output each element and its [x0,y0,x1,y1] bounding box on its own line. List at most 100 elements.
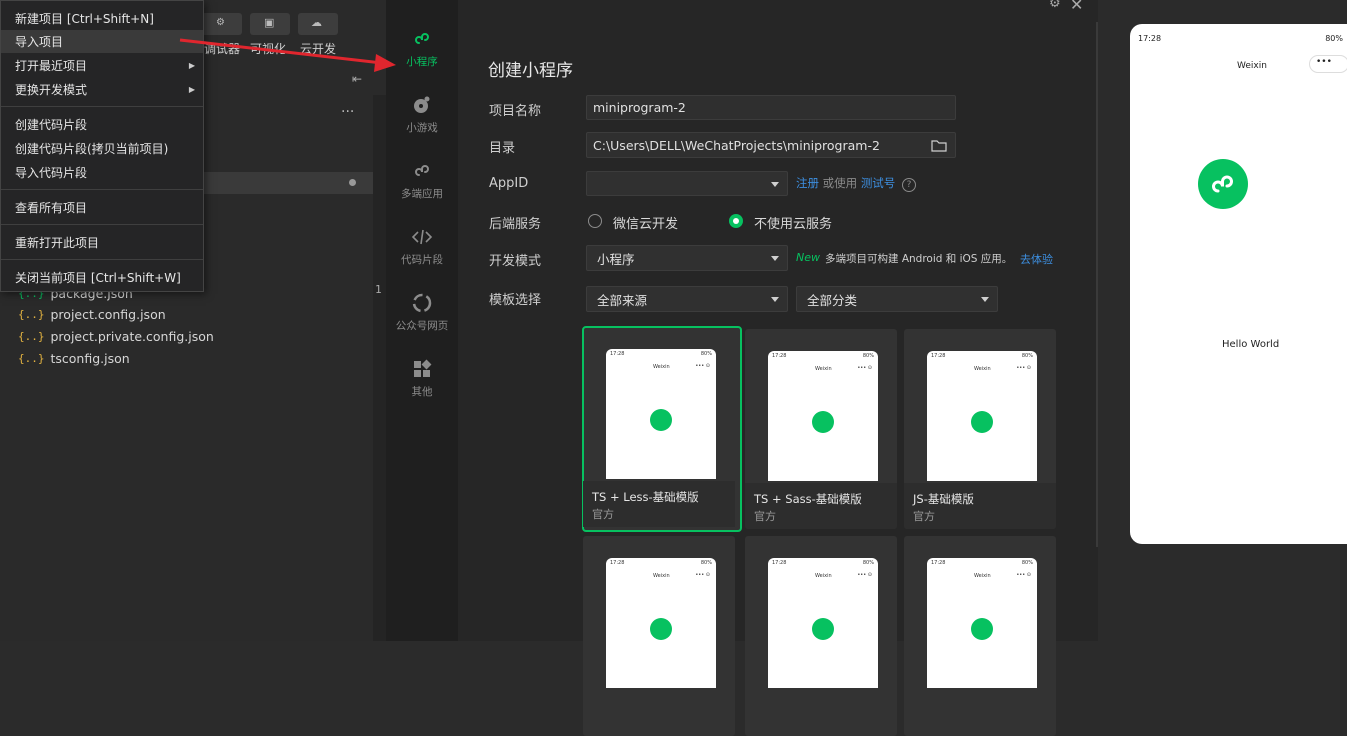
menu-item-create-snippet[interactable]: 创建代码片段 [1,113,203,136]
hello-text: Hello World [1222,339,1280,350]
chevron-down-icon [981,297,989,302]
directory-input[interactable]: C:\Users\DELL\WeChatProjects\miniprogram… [586,132,956,158]
sidebar-label: 小游戏 [406,122,438,134]
chevron-down-icon [771,181,779,187]
thumb-battery: 80% [700,351,712,357]
sidebar-item-miniprogram[interactable]: 小程序 [386,28,458,69]
sidebar-label: 多端应用 [401,188,443,200]
template-card[interactable]: 17:28 80% Weixin ••• ⊙ [745,536,897,736]
menu-item-import-snippet[interactable]: 导入代码片段 [1,161,203,184]
minigame-icon [414,96,430,113]
template-thumbnail: 17:28 80% Weixin ••• ⊙ [768,351,878,481]
help-icon[interactable]: ? [901,178,916,192]
source-select[interactable]: 全部来源 [586,286,788,312]
test-account-link[interactable]: 测试号 [861,176,896,190]
thumb-battery: 80% [1021,560,1033,566]
sidebar-item-code-snippet[interactable]: 代码片段 [386,226,458,267]
directory-value: C:\Users\DELL\WeChatProjects\miniprogram… [593,137,880,153]
thumb-time: 17:28 [931,560,946,566]
template-thumbnail: 17:28 80% Weixin ••• ⊙ [606,558,716,688]
template-source: 官方 [913,510,935,523]
thumb-capsule: ••• ⊙ [695,363,710,369]
json-file-icon: {..} [18,308,45,321]
try-it-link[interactable]: 去体验 [1020,251,1053,267]
menu-item-label: 打开最近项目 [15,59,88,73]
dev-mode-select[interactable]: 小程序 [586,245,788,271]
miniprogram-logo-icon [1198,159,1248,209]
thumb-title: Weixin [974,573,991,579]
editor-gutter [373,95,386,641]
template-source: 官方 [754,510,776,523]
phone-preview: 17:28 80% Weixin ••• Hello World [1130,24,1347,544]
file-item[interactable]: {..} project.private.config.json [18,329,214,344]
radio-wechat-cloud[interactable] [588,214,602,228]
appid-label: AppID [489,176,529,191]
folder-icon[interactable] [931,139,947,152]
menu-item-label: 关闭当前项目 [Ctrl+Shift+W] [15,271,181,285]
nav-title: Weixin [1237,61,1267,71]
more-icon[interactable]: ... [341,100,354,116]
template-label: 模板选择 [489,293,542,308]
menu-item-label: 更换开发模式 [15,83,88,97]
toolbar-label-cloud: 云开发 [300,42,337,56]
menu-item-close-project[interactable]: 关闭当前项目 [Ctrl+Shift+W] [1,266,203,289]
menu-item-view-all-projects[interactable]: 查看所有项目 [1,196,203,219]
menu-item-recent-projects[interactable]: 打开最近项目 ▶ [1,54,203,77]
menu-item-label: 导入项目 [15,35,64,49]
sidebar-item-multiplatform[interactable]: 多端应用 [386,160,458,201]
appid-select[interactable] [586,171,788,196]
file-item[interactable]: {..} project.config.json [18,307,166,322]
collapse-panel-icon[interactable]: ⇤ [352,72,362,86]
template-thumbnail: 17:28 80% Weixin ••• ⊙ [606,349,716,479]
menu-item-create-snippet-copy[interactable]: 创建代码片段(拷贝当前项目) [1,137,203,160]
visual-toolbar-button[interactable]: ▣ [250,13,290,35]
thumb-title: Weixin [815,573,832,579]
thumb-battery: 80% [1021,353,1033,359]
template-card[interactable]: 17:28 80% Weixin ••• ⊙ [904,536,1056,736]
template-card[interactable]: 17:28 80% Weixin ••• ⊙ JS-基础模版 官方 [904,329,1056,529]
project-name-input[interactable]: miniprogram-2 [586,95,956,120]
thumb-capsule: ••• ⊙ [857,365,872,371]
miniprogram-logo-icon [812,618,834,640]
debugger-toolbar-button[interactable]: ⚙ [202,13,242,35]
category-select[interactable]: 全部分类 [796,286,998,312]
template-card[interactable]: 17:28 80% Weixin ••• ⊙ [583,536,735,736]
sidebar-item-minigame[interactable]: 小游戏 [386,94,458,135]
file-name: project.private.config.json [50,329,214,344]
project-type-sidebar: 小程序 小游戏 多端应用 代码片段 公众号网页 其他 [386,0,458,641]
miniprogram-logo-icon [971,618,993,640]
chevron-right-icon: ▶ [188,61,195,70]
chevron-right-icon: ▶ [188,85,195,94]
or-use-text: 或使用 [822,176,858,190]
thumb-time: 17:28 [610,560,625,566]
thumb-capsule: ••• ⊙ [695,572,710,578]
thumb-time: 17:28 [772,353,787,359]
sidebar-item-official-account[interactable]: 公众号网页 [386,292,458,333]
register-link[interactable]: 注册 [796,176,819,190]
file-item[interactable]: {..} tsconfig.json [18,351,130,366]
menu-item-new-project[interactable]: 新建项目 [Ctrl+Shift+N] [1,7,203,30]
project-name-label: 项目名称 [489,104,542,119]
status-battery: 80% [1325,34,1343,43]
menu-item-label: 创建代码片段(拷贝当前项目) [15,142,169,156]
menu-item-reopen-project[interactable]: 重新打开此项目 [1,231,203,254]
json-file-icon: {..} [18,330,45,343]
menu-item-import-project[interactable]: 导入项目 [1,30,203,53]
menu-item-label: 创建代码片段 [15,118,88,132]
miniprogram-logo-icon [812,411,834,433]
chevron-down-icon [771,256,779,261]
toolbar-label-visual: 可视化 [250,42,287,56]
chevron-down-icon [771,297,779,302]
cloud-toolbar-button[interactable]: ☁ [298,13,338,35]
menu-item-switch-mode[interactable]: 更换开发模式 ▶ [1,78,203,101]
close-icon[interactable]: ✕ [1070,0,1083,14]
template-thumbnail: 17:28 80% Weixin ••• ⊙ [927,558,1037,688]
template-card[interactable]: 17:28 80% Weixin ••• ⊙ TS + Sass-基础模版 官方 [745,329,897,529]
backend-label: 后端服务 [489,217,542,232]
radio-no-cloud[interactable] [729,214,743,228]
thumb-title: Weixin [653,573,670,579]
template-card[interactable]: 17:28 80% Weixin ••• ⊙ TS + Less-基础模版 官方 [582,326,742,532]
capsule-button[interactable]: ••• [1309,55,1347,73]
settings-icon[interactable]: ⚙ [1049,0,1061,11]
sidebar-item-other[interactable]: 其他 [386,358,458,399]
